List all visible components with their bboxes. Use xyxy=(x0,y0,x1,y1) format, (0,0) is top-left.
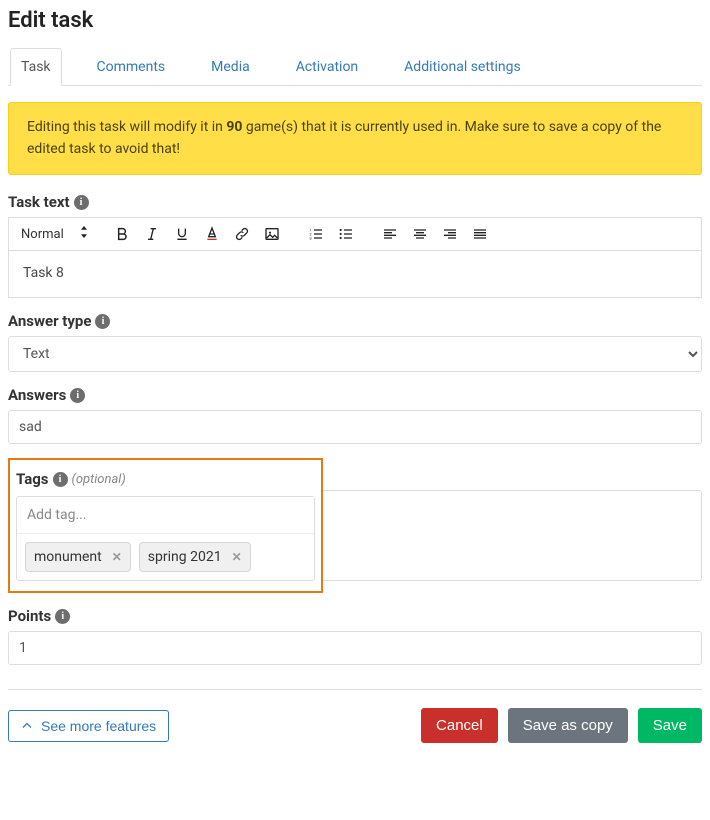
font-color-icon[interactable] xyxy=(202,224,222,244)
answers-label: Answers xyxy=(8,386,66,404)
answers-input[interactable] xyxy=(8,410,702,444)
tag-chip: spring 2021 ✕ xyxy=(139,542,251,572)
format-label: Normal xyxy=(21,227,64,242)
task-text-label: Task text xyxy=(8,193,70,211)
ordered-list-icon[interactable]: 123 xyxy=(306,224,326,244)
alert-text-prefix: Editing this task will modify it in xyxy=(27,119,226,135)
footer: See more features Cancel Save as copy Sa… xyxy=(8,708,702,747)
chevron-up-icon xyxy=(21,720,33,732)
tab-additional-settings[interactable]: Additional settings xyxy=(393,48,532,86)
svg-text:3: 3 xyxy=(309,236,311,241)
tab-media[interactable]: Media xyxy=(200,48,261,86)
points-input[interactable] xyxy=(8,631,702,665)
info-icon[interactable]: i xyxy=(55,609,70,624)
tags-label: Tags xyxy=(16,470,49,488)
field-points: Points i xyxy=(8,607,702,665)
info-icon[interactable]: i xyxy=(70,388,85,403)
page-title: Edit task xyxy=(8,8,702,33)
unordered-list-icon[interactable] xyxy=(336,224,356,244)
rich-text-editor: Normal 123 xyxy=(8,217,702,298)
add-tag-input[interactable] xyxy=(17,497,314,534)
chevron-updown-icon xyxy=(80,226,88,242)
remove-tag-icon[interactable]: ✕ xyxy=(232,550,242,564)
editor-toolbar: Normal 123 xyxy=(9,218,701,251)
footer-divider xyxy=(8,689,702,690)
field-answers: Answers i xyxy=(8,386,702,444)
tags-optional-label: (optional) xyxy=(72,472,126,487)
align-right-icon[interactable] xyxy=(440,224,460,244)
link-icon[interactable] xyxy=(232,224,252,244)
tag-chip: monument ✕ xyxy=(25,542,131,572)
remove-tag-icon[interactable]: ✕ xyxy=(112,550,122,564)
save-as-copy-button[interactable]: Save as copy xyxy=(508,708,628,743)
tab-activation[interactable]: Activation xyxy=(285,48,369,86)
tags-highlight-box: Tags i (optional) monument ✕ spring 2021… xyxy=(8,458,323,593)
info-icon[interactable]: i xyxy=(95,314,110,329)
task-text-input[interactable]: Task 8 xyxy=(9,251,701,297)
align-left-icon[interactable] xyxy=(380,224,400,244)
tag-chips: monument ✕ spring 2021 ✕ xyxy=(17,534,314,580)
points-label: Points xyxy=(8,607,51,625)
bold-icon[interactable] xyxy=(112,224,132,244)
tab-task[interactable]: Task xyxy=(10,48,62,86)
tag-chip-label: monument xyxy=(34,549,102,565)
tab-bar: Task Comments Media Activation Additiona… xyxy=(8,47,702,86)
cancel-button[interactable]: Cancel xyxy=(421,708,498,743)
field-answer-type: Answer type i Text xyxy=(8,312,702,372)
warning-alert: Editing this task will modify it in 90 g… xyxy=(8,102,702,175)
field-task-text: Task text i Normal 123 xyxy=(8,193,702,298)
tags-box-extension xyxy=(323,490,702,581)
info-icon[interactable]: i xyxy=(53,472,68,487)
see-more-label: See more features xyxy=(41,718,156,734)
tab-comments[interactable]: Comments xyxy=(86,48,177,86)
align-justify-icon[interactable] xyxy=(470,224,490,244)
save-button[interactable]: Save xyxy=(638,708,702,743)
answer-type-label: Answer type xyxy=(8,312,91,330)
tag-chip-label: spring 2021 xyxy=(148,549,222,565)
info-icon[interactable]: i xyxy=(74,195,89,210)
underline-icon[interactable] xyxy=(172,224,192,244)
tags-box: monument ✕ spring 2021 ✕ xyxy=(16,496,315,581)
see-more-features-button[interactable]: See more features xyxy=(8,710,169,742)
format-select[interactable]: Normal xyxy=(19,224,88,244)
alert-game-count: 90 xyxy=(226,119,242,135)
align-center-icon[interactable] xyxy=(410,224,430,244)
answer-type-select[interactable]: Text xyxy=(8,336,702,372)
image-icon[interactable] xyxy=(262,224,282,244)
italic-icon[interactable] xyxy=(142,224,162,244)
